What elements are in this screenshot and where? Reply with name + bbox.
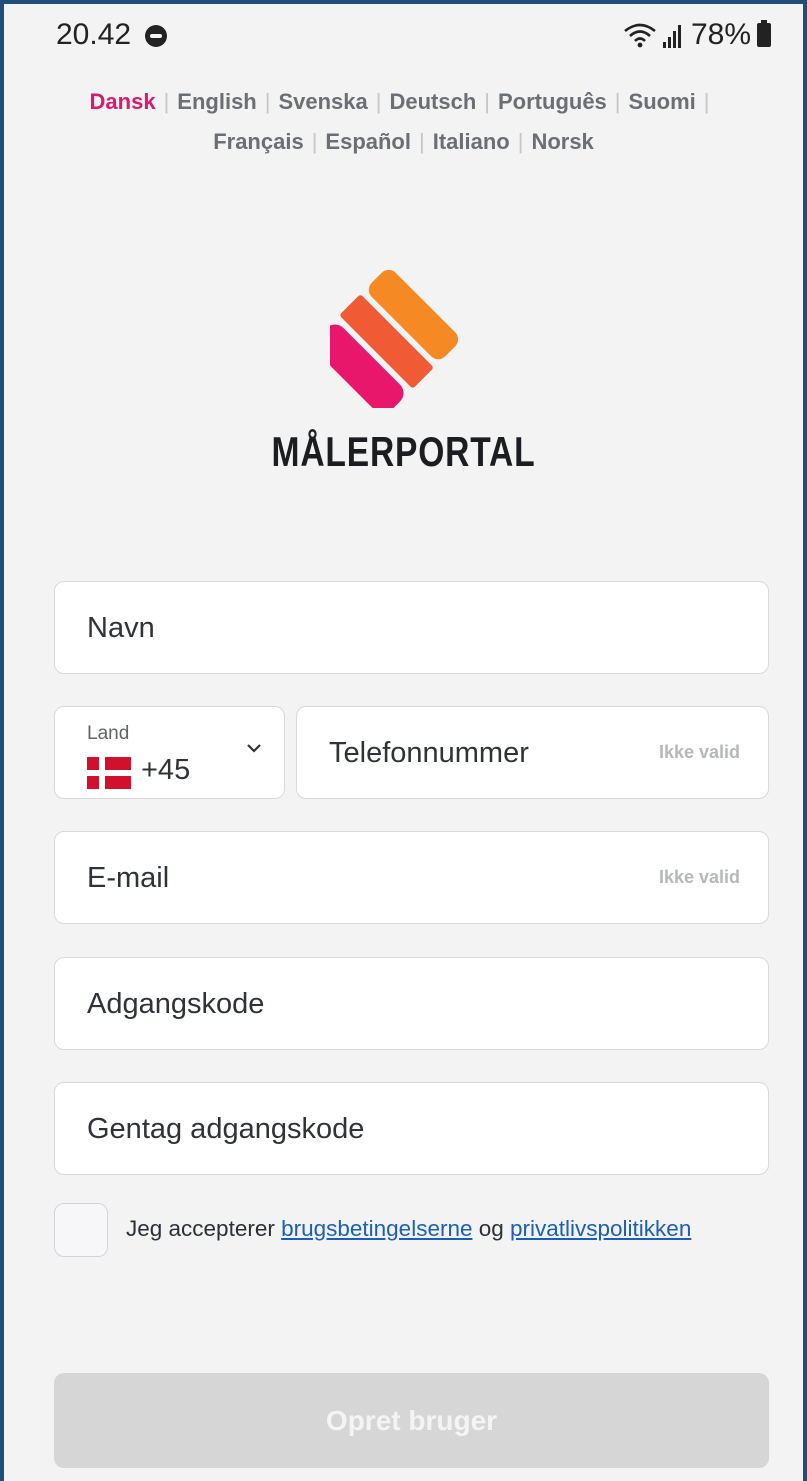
status-time: 20.42 [56,18,132,51]
status-bar: 20.42 78% [0,0,807,70]
password-placeholder: Adgangskode [87,988,265,1020]
denmark-flag-icon [87,757,131,789]
language-separator: | [375,89,382,114]
language-separator: | [163,89,170,114]
language-option[interactable]: Français [213,129,304,154]
battery-icon [757,20,771,47]
repeat-password-placeholder: Gentag adgangskode [87,1113,365,1145]
phone-placeholder: Telefonnummer [329,737,529,769]
email-placeholder: E-mail [87,862,170,894]
name-field[interactable]: Navn [54,581,769,674]
password-field[interactable]: Adgangskode [54,957,769,1050]
language-separator: | [418,129,425,154]
country-code: +45 [141,754,191,786]
status-icons: 78% [623,18,771,52]
language-separator: | [311,129,318,154]
signal-icon [662,22,685,48]
language-separator: | [264,89,271,114]
language-option[interactable]: Português [498,89,607,114]
language-separator: | [484,89,490,114]
language-option[interactable]: Deutsch [389,89,476,114]
name-placeholder: Navn [87,612,155,644]
terms-of-use-link[interactable]: brugsbetingelserne [281,1216,472,1241]
email-field[interactable]: E-mail Ikke valid [54,831,769,924]
do-not-disturb-icon [145,25,167,47]
terms-text: Jeg accepterer brugsbetingelserne og pri… [126,1216,691,1242]
wifi-icon [624,23,656,48]
privacy-policy-link[interactable]: privatlivspolitikken [510,1216,691,1241]
terms-checkbox[interactable] [54,1203,108,1257]
language-option[interactable]: Svenska [278,89,367,114]
language-option[interactable]: English [177,89,256,114]
brand-name: MÅLERPORTAL [271,428,536,475]
language-separator: | [517,129,524,154]
create-user-button[interactable]: Opret bruger [54,1373,769,1468]
country-select[interactable]: Land +45 [54,706,285,799]
terms-prefix: Jeg accepterer [126,1216,282,1241]
language-option[interactable]: Norsk [531,129,593,154]
language-separator: | [614,89,621,114]
language-option[interactable]: Español [325,129,411,154]
language-option[interactable]: Italiano [433,129,510,154]
battery-percent: 78% [690,18,751,51]
chevron-down-icon [247,744,261,753]
phone-field[interactable]: Telefonnummer Ikke valid [296,706,769,799]
country-label: Land [87,723,130,744]
language-option[interactable]: Dansk [90,89,156,114]
malerportal-logo [330,269,459,408]
language-option[interactable]: Suomi [629,89,696,114]
repeat-password-field[interactable]: Gentag adgangskode [54,1082,769,1175]
language-selector: Dansk | English | Svenska | Deutsch | Português |… [40,82,767,162]
phone-validation-hint: Ikke valid [658,742,740,762]
language-separator: | [703,89,710,114]
terms-middle: og [472,1216,511,1241]
email-validation-hint: Ikke valid [658,867,740,887]
